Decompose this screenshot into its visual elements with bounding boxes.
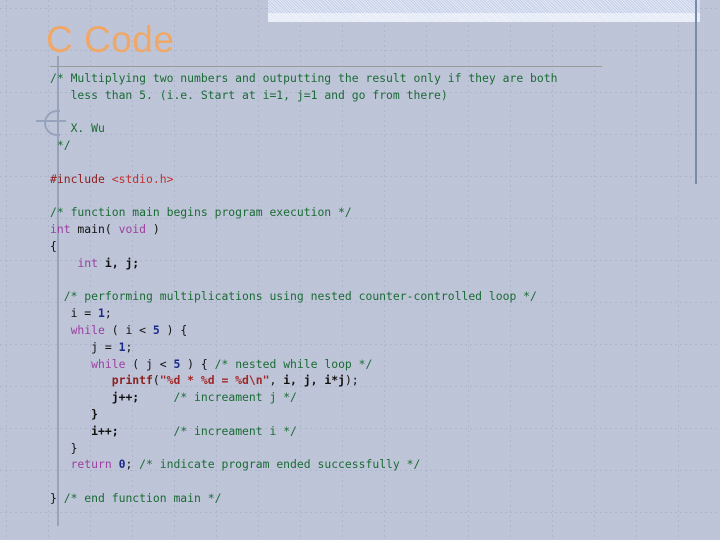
- code-token-id: i++;: [91, 423, 119, 438]
- top-banner-band-secondary: [268, 13, 700, 22]
- code-token-num: 1: [98, 306, 105, 321]
- code-token-pl: ( i <: [104, 322, 153, 337]
- code-line: j++; /* increament j */: [50, 389, 710, 406]
- code-token-pl: );: [344, 373, 359, 388]
- code-line: }: [50, 406, 710, 423]
- code-line: printf("%d * %d = %d\n", i, j, i*j);: [50, 372, 710, 389]
- code-token-cm: /* function main begins program executio…: [50, 205, 352, 220]
- code-token-cm: */: [50, 138, 71, 153]
- code-line: } /* end function main */: [50, 490, 710, 507]
- code-token-id: }: [50, 406, 99, 421]
- code-line: */: [50, 137, 710, 154]
- code-token-pl: (: [152, 373, 160, 388]
- code-token-kw: int: [77, 255, 99, 270]
- code-token-cm: /* increament j */: [173, 390, 297, 405]
- page-title: C Code: [46, 19, 175, 60]
- code-token-kw: int: [50, 222, 71, 237]
- code-token-kw: while: [91, 356, 126, 371]
- code-token-inc: <stdio.h>: [111, 171, 174, 186]
- code-line: less than 5. (i.e. Start at i=1, j=1 and…: [50, 87, 710, 104]
- code-line: int i, j;: [50, 255, 710, 272]
- code-line: /* function main begins program executio…: [50, 204, 710, 221]
- code-token-str: "%d * %d = %d\n": [159, 373, 270, 388]
- code-token-id: i, j, i*j: [283, 373, 345, 388]
- top-banner-band: [268, 0, 700, 13]
- code-line: /* Multiplying two numbers and outputtin…: [50, 70, 710, 87]
- code-token-cm: /* end function main */: [63, 490, 222, 505]
- code-token-cm: /* nested while loop */: [214, 356, 373, 371]
- code-line: i++; /* increament i */: [50, 423, 710, 440]
- code-token-pl: ( j <: [125, 356, 174, 371]
- code-token-cm: /* increament i */: [173, 423, 297, 438]
- grid-horizontal-line: [0, 512, 720, 513]
- code-line: while ( i < 5 ) {: [50, 322, 710, 339]
- code-token-pl: j =: [50, 339, 119, 354]
- code-token-cm: j=1: [296, 87, 318, 102]
- code-token-pl: main(: [70, 222, 119, 237]
- code-token-pl: ): [146, 222, 160, 237]
- code-token-id: j++;: [111, 390, 140, 405]
- code-token-cm: X. Wu: [50, 121, 105, 136]
- code-line: {: [50, 238, 710, 255]
- code-line: i = 1;: [50, 305, 710, 322]
- code-token-pl: ;: [125, 457, 140, 472]
- code-token-kw: return: [70, 457, 112, 472]
- code-token-cm: /* Multiplying two numbers and outputtin…: [50, 71, 558, 85]
- code-token-pl: {: [50, 238, 57, 253]
- code-token-id: i, j;: [104, 255, 140, 270]
- code-token-num: 5: [152, 322, 160, 337]
- code-token-kw: void: [118, 222, 147, 237]
- code-line: return 0; /* indicate program ended succ…: [50, 456, 710, 473]
- code-line: /* performing multiplications using nest…: [50, 288, 710, 305]
- code-line: }: [50, 440, 710, 457]
- code-line: X. Wu: [50, 120, 710, 137]
- code-token-cm: /* indicate program ended successfully *…: [139, 457, 421, 472]
- code-line: int main( void ): [50, 221, 710, 238]
- code-block: /* Multiplying two numbers and outputtin…: [50, 70, 710, 507]
- grid-vertical-line: [6, 0, 7, 540]
- code-token-pl: }: [50, 490, 64, 505]
- grid-vertical-line: [48, 0, 49, 540]
- slide-canvas: C Code /* Multiplying two numbers and ou…: [0, 0, 720, 540]
- code-line: #include <stdio.h>: [50, 171, 710, 188]
- code-token-pl: i =: [50, 306, 99, 321]
- code-token-pl: ,: [269, 373, 284, 388]
- code-token-pp: #include: [50, 171, 112, 186]
- code-token-pl: ) {: [159, 322, 188, 337]
- code-token-pl: }: [50, 440, 78, 455]
- code-token-cm: less than 5. (i.e. Start at i=1,: [50, 87, 297, 102]
- code-token-cm: and go from there): [317, 87, 448, 102]
- code-line: while ( j < 5 ) { /* nested while loop *…: [50, 356, 710, 373]
- code-token-fn: printf: [111, 373, 153, 388]
- code-token-cm: /* performing multiplications using nest…: [50, 289, 537, 304]
- title-underline-rule: [50, 66, 602, 67]
- code-token-kw: while: [70, 322, 105, 337]
- code-token-pl: ) {: [180, 356, 215, 371]
- code-token-pl: ;: [125, 339, 133, 354]
- code-line: j = 1;: [50, 339, 710, 356]
- code-token-pl: ;: [104, 306, 112, 321]
